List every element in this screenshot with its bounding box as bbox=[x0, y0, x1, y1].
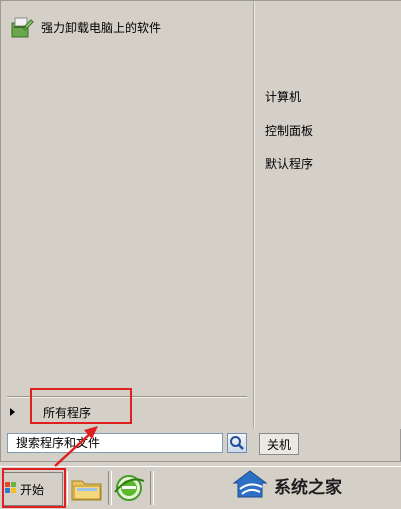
annotation-arrow bbox=[54, 426, 98, 467]
